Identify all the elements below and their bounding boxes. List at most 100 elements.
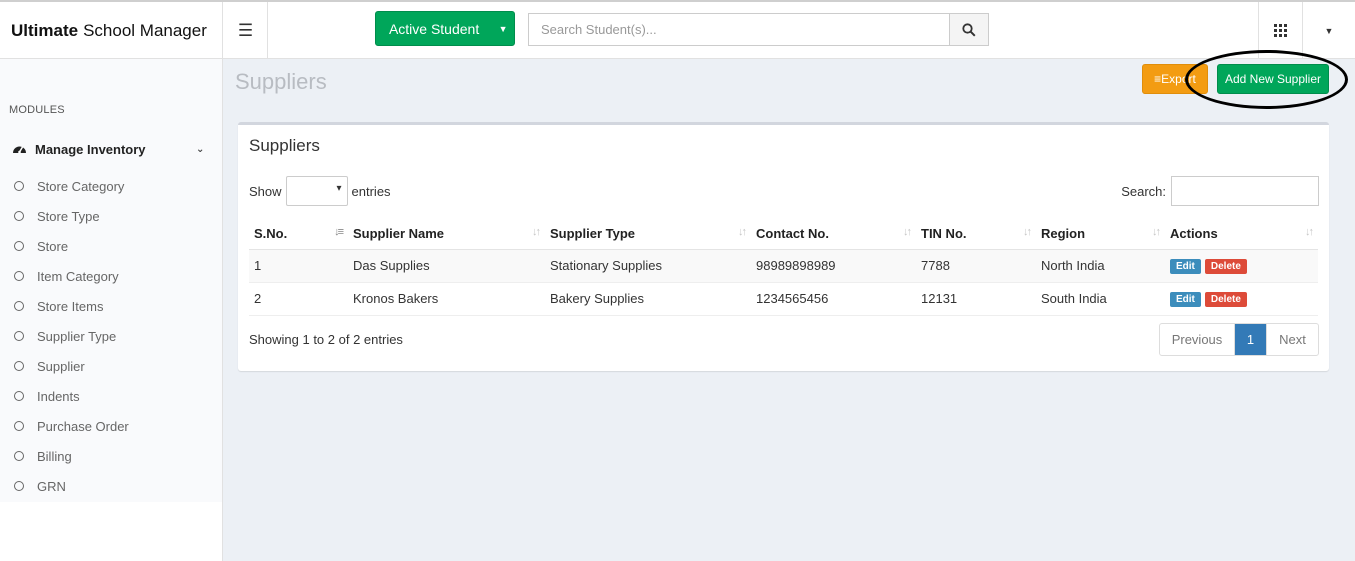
sidebar-item-item-category[interactable]: Item Category	[0, 261, 222, 291]
column-label: S.No.	[254, 225, 288, 241]
sort-asc-icon: ↓≡	[334, 226, 344, 238]
circle-icon	[14, 271, 24, 281]
sidebar-item-label: Billing	[37, 448, 72, 464]
circle-icon	[14, 211, 24, 221]
column-header-supplier-type[interactable]: Supplier Type ↓↑	[545, 218, 751, 250]
column-header-actions[interactable]: Actions ↓↑	[1165, 218, 1318, 250]
sort-icon: ↓↑	[1023, 226, 1032, 238]
pagination-next[interactable]: Next	[1267, 324, 1318, 355]
circle-icon	[14, 181, 24, 191]
list-icon: ≡	[1154, 72, 1162, 86]
brand-logo[interactable]: Ultimate School Manager	[0, 2, 223, 59]
pagination-page-1[interactable]: 1	[1235, 324, 1267, 355]
add-supplier-label: Add New Supplier	[1224, 72, 1322, 86]
edit-button[interactable]: Edit	[1170, 259, 1201, 274]
sidebar-toggle-button[interactable]: ☰	[224, 2, 268, 59]
table-row: 1 Das Supplies Stationary Supplies 98989…	[249, 249, 1318, 283]
sidebar-item-label: Store Items	[37, 298, 104, 314]
active-student-button[interactable]: Active Student ▼	[375, 11, 515, 46]
sidebar-item-label: Item Category	[37, 268, 119, 284]
search-label: Search:	[1121, 183, 1166, 199]
apps-grid-button[interactable]	[1258, 2, 1302, 59]
circle-icon	[14, 421, 24, 431]
export-button[interactable]: ≡ Export	[1142, 64, 1208, 94]
sort-icon: ↓↑	[738, 226, 747, 238]
circle-icon	[14, 391, 24, 401]
table-row: 2 Kronos Bakers Bakery Supplies 12345654…	[249, 282, 1318, 316]
circle-icon	[14, 481, 24, 491]
sidebar-item-label: Supplier Type	[37, 328, 117, 344]
table-info: Showing 1 to 2 of 2 entries	[249, 332, 403, 347]
cell-sno: 1	[249, 249, 348, 283]
sort-icon: ↓↑	[903, 226, 912, 238]
sort-icon: ↓↑	[1152, 226, 1161, 238]
column-header-supplier-name[interactable]: Supplier Name ↓↑	[348, 218, 545, 250]
export-label: Export	[1161, 72, 1196, 86]
sidebar-item-label: Store	[37, 238, 69, 254]
hamburger-icon: ☰	[237, 20, 254, 40]
sidebar-item-manage-inventory[interactable]: Manage Inventory ⌄	[0, 132, 222, 167]
cell-supplier-type: Bakery Supplies	[545, 282, 751, 316]
sidebar-item-grn[interactable]: GRN	[0, 471, 222, 501]
circle-icon	[14, 331, 24, 341]
sidebar-menu: MODULES Manage Inventory ⌄ Store Categor…	[0, 59, 222, 502]
cell-contact: 98989898989	[751, 249, 916, 283]
pagination-previous[interactable]: Previous	[1160, 324, 1235, 355]
column-header-tin[interactable]: TIN No. ↓↑	[916, 218, 1036, 250]
sidebar-item-supplier[interactable]: Supplier	[0, 351, 222, 381]
page-length-control: Show entries	[249, 176, 391, 206]
sidebar-item-label: Supplier	[37, 358, 85, 374]
cell-contact: 1234565456	[751, 282, 916, 316]
sidebar-item-supplier-type[interactable]: Supplier Type	[0, 321, 222, 351]
sidebar-item-label: Store Category	[37, 178, 125, 194]
suppliers-table: S.No. ↓≡ Supplier Name ↓↑ Supplier Type ↓↑ …	[249, 218, 1318, 316]
sidebar-item-label: Purchase Order	[37, 418, 129, 434]
user-menu-dropdown[interactable]: ▼	[1302, 2, 1355, 59]
cell-actions: Edit Delete	[1165, 282, 1318, 316]
column-header-region[interactable]: Region ↓↑	[1036, 218, 1165, 250]
cell-supplier-type: Stationary Supplies	[545, 249, 751, 283]
edit-button[interactable]: Edit	[1170, 292, 1201, 307]
sidebar-item-store-category[interactable]: Store Category	[0, 171, 222, 201]
circle-icon	[14, 301, 24, 311]
add-new-supplier-button[interactable]: Add New Supplier	[1217, 64, 1329, 94]
brand-rest: School Manager	[83, 20, 207, 40]
suppliers-box: Suppliers Show entries Search: S.No. ↓≡ S…	[238, 122, 1329, 371]
search-button[interactable]	[949, 13, 989, 46]
cell-sno: 2	[249, 282, 348, 316]
cell-region: North India	[1036, 249, 1165, 283]
modules-header: MODULES	[9, 104, 65, 116]
delete-button[interactable]: Delete	[1204, 259, 1247, 274]
sidebar-item-label: Manage Inventory	[35, 142, 146, 157]
delete-button[interactable]: Delete	[1204, 292, 1247, 307]
box-title: Suppliers	[249, 136, 320, 155]
cell-actions: Edit Delete	[1165, 249, 1318, 283]
sidebar-item-store-items[interactable]: Store Items	[0, 291, 222, 321]
cell-supplier-name: Das Supplies	[348, 249, 545, 283]
sidebar-item-purchase-order[interactable]: Purchase Order	[0, 411, 222, 441]
top-navbar: Ultimate School Manager ☰ Active Student…	[0, 0, 1355, 59]
column-header-sno[interactable]: S.No. ↓≡	[249, 218, 348, 250]
sidebar-item-indents[interactable]: Indents	[0, 381, 222, 411]
column-header-contact[interactable]: Contact No. ↓↑	[751, 218, 916, 250]
table-search-input[interactable]	[1171, 176, 1319, 206]
pagination: Previous 1 Next	[1159, 323, 1319, 356]
caret-down-icon[interactable]: ▼	[492, 12, 514, 45]
inventory-submenu: Store Category Store Type Store Item Cat…	[0, 171, 222, 501]
sidebar-item-billing[interactable]: Billing	[0, 441, 222, 471]
sidebar-item-store-type[interactable]: Store Type	[0, 201, 222, 231]
brand-bold: Ultimate	[11, 20, 79, 40]
circle-icon	[14, 361, 24, 371]
column-label: Supplier Name	[353, 225, 445, 241]
dashboard-icon	[12, 142, 35, 157]
cell-tin: 12131	[916, 282, 1036, 316]
active-student-label: Active Student	[388, 20, 480, 37]
entries-label: entries	[351, 183, 391, 199]
student-search-input[interactable]	[528, 13, 950, 46]
sidebar-item-label: Indents	[37, 388, 80, 404]
cell-tin: 7788	[916, 249, 1036, 283]
cell-supplier-name: Kronos Bakers	[348, 282, 545, 316]
circle-icon	[14, 241, 24, 251]
page-length-select[interactable]	[285, 176, 348, 206]
sidebar-item-store[interactable]: Store	[0, 231, 222, 261]
